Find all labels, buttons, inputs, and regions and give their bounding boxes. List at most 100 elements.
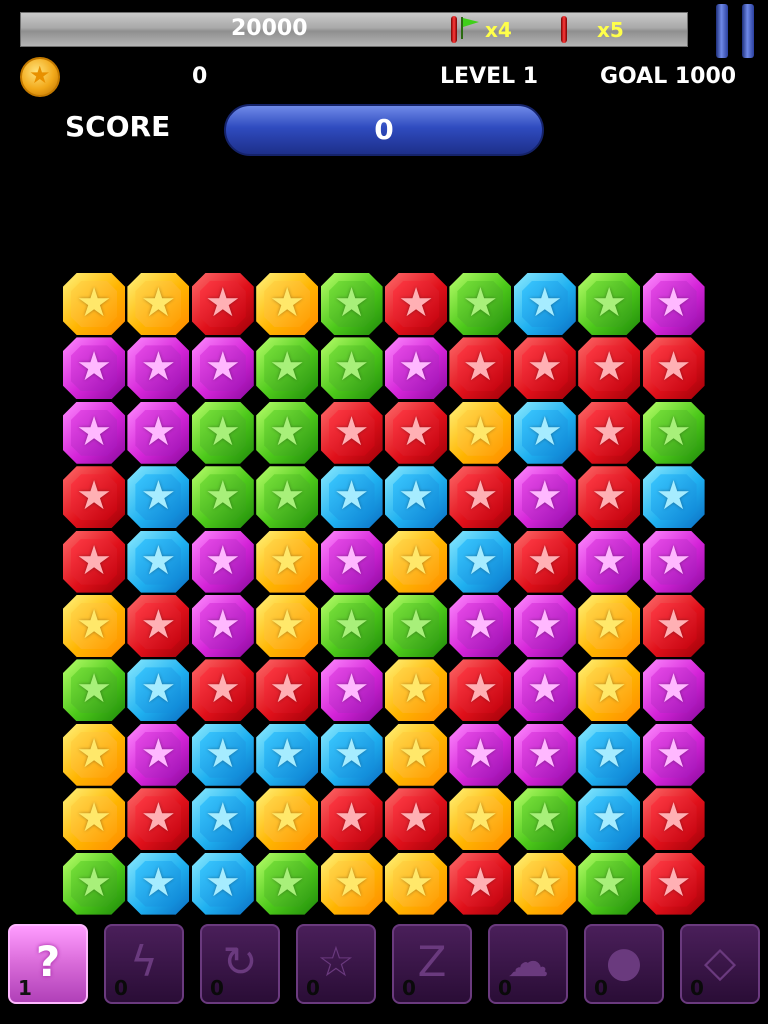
powerup-cloud-button[interactable]: ☁ 0 xyxy=(488,924,568,1004)
gem-green[interactable]: ★ xyxy=(63,852,125,915)
gem-purple[interactable]: ★ xyxy=(63,337,125,400)
gem-purple[interactable]: ★ xyxy=(642,273,705,335)
gem-red[interactable]: ★ xyxy=(449,466,512,529)
gem-yellow[interactable]: ★ xyxy=(127,273,190,335)
gem-yellow[interactable]: ★ xyxy=(256,273,319,335)
gem-blue[interactable]: ★ xyxy=(127,659,190,722)
gem-blue[interactable]: ★ xyxy=(256,723,319,786)
gem-red[interactable]: ★ xyxy=(642,852,705,915)
gem-purple[interactable]: ★ xyxy=(642,659,705,722)
gem-green[interactable]: ★ xyxy=(320,273,383,335)
gem-green[interactable]: ★ xyxy=(642,401,705,464)
gem-yellow[interactable]: ★ xyxy=(578,659,641,722)
gem-blue[interactable]: ★ xyxy=(127,530,190,593)
gem-purple[interactable]: ★ xyxy=(385,337,447,400)
gem-blue[interactable]: ★ xyxy=(385,466,447,529)
gem-green[interactable]: ★ xyxy=(320,337,383,400)
gem-purple[interactable]: ★ xyxy=(127,401,190,464)
gem-purple[interactable]: ★ xyxy=(449,595,512,657)
gem-green[interactable]: ★ xyxy=(578,273,641,335)
gem-blue[interactable]: ★ xyxy=(578,723,641,786)
gem-red[interactable]: ★ xyxy=(127,788,190,851)
powerup-lightning-button[interactable]: ϟ0 xyxy=(104,924,184,1004)
gem-yellow[interactable]: ★ xyxy=(449,788,512,851)
gem-green[interactable]: ★ xyxy=(578,852,641,915)
gem-blue[interactable]: ★ xyxy=(127,852,190,915)
gem-purple[interactable]: ★ xyxy=(642,530,705,593)
pause-button[interactable] xyxy=(714,4,756,58)
gem-yellow[interactable]: ★ xyxy=(578,595,641,657)
gem-yellow[interactable]: ★ xyxy=(63,723,125,786)
gem-yellow[interactable]: ★ xyxy=(385,723,447,786)
gem-blue[interactable]: ★ xyxy=(320,466,383,529)
gem-blue[interactable]: ★ xyxy=(191,788,254,851)
gem-purple[interactable]: ★ xyxy=(642,723,705,786)
gem-blue[interactable]: ★ xyxy=(320,723,383,786)
gem-yellow[interactable]: ★ xyxy=(256,788,319,851)
gem-purple[interactable]: ★ xyxy=(513,595,576,657)
gem-purple[interactable]: ★ xyxy=(513,723,576,786)
powerup-zigzag-button[interactable]: Z0 xyxy=(392,924,472,1004)
gem-green[interactable]: ★ xyxy=(256,337,319,400)
gem-blue[interactable]: ★ xyxy=(642,466,705,529)
gem-purple[interactable]: ★ xyxy=(320,659,383,722)
gem-red[interactable]: ★ xyxy=(320,401,383,464)
gem-red[interactable]: ★ xyxy=(127,595,190,657)
gem-purple[interactable]: ★ xyxy=(127,337,190,400)
gem-red[interactable]: ★ xyxy=(449,852,512,915)
powerup-refresh-button[interactable]: ↻ 0 xyxy=(200,924,280,1004)
gem-red[interactable]: ★ xyxy=(578,337,641,400)
gem-red[interactable]: ★ xyxy=(256,659,319,722)
gem-red[interactable]: ★ xyxy=(385,273,447,335)
gem-red[interactable]: ★ xyxy=(385,788,447,851)
gem-red[interactable]: ★ xyxy=(513,530,576,593)
gem-green[interactable]: ★ xyxy=(191,466,254,529)
gem-red[interactable]: ★ xyxy=(449,659,512,722)
gem-red[interactable]: ★ xyxy=(578,401,641,464)
gem-green[interactable]: ★ xyxy=(513,788,576,851)
gem-red[interactable]: ★ xyxy=(385,401,447,464)
gem-red[interactable]: ★ xyxy=(578,466,641,529)
gem-purple[interactable]: ★ xyxy=(513,659,576,722)
gem-red[interactable]: ★ xyxy=(63,530,125,593)
gem-blue[interactable]: ★ xyxy=(191,723,254,786)
gem-purple[interactable]: ★ xyxy=(127,723,190,786)
gem-red[interactable]: ★ xyxy=(513,337,576,400)
gem-purple[interactable]: ★ xyxy=(191,595,254,657)
gem-blue[interactable]: ★ xyxy=(449,530,512,593)
gem-purple[interactable]: ★ xyxy=(449,723,512,786)
gem-yellow[interactable]: ★ xyxy=(385,659,447,722)
gem-yellow[interactable]: ★ xyxy=(385,852,447,915)
gem-red[interactable]: ★ xyxy=(320,788,383,851)
gem-yellow[interactable]: ★ xyxy=(256,530,319,593)
gem-red[interactable]: ★ xyxy=(191,273,254,335)
gem-purple[interactable]: ★ xyxy=(191,337,254,400)
gem-red[interactable]: ★ xyxy=(642,788,705,851)
gem-blue[interactable]: ★ xyxy=(513,401,576,464)
powerup-bomb-button[interactable]: ● 0 xyxy=(584,924,664,1004)
gem-green[interactable]: ★ xyxy=(256,401,319,464)
gem-blue[interactable]: ★ xyxy=(127,466,190,529)
gem-red[interactable]: ★ xyxy=(449,337,512,400)
gem-purple[interactable]: ★ xyxy=(320,530,383,593)
gem-purple[interactable]: ★ xyxy=(63,401,125,464)
gem-yellow[interactable]: ★ xyxy=(63,788,125,851)
gem-green[interactable]: ★ xyxy=(256,852,319,915)
gem-blue[interactable]: ★ xyxy=(513,273,576,335)
gem-purple[interactable]: ★ xyxy=(191,530,254,593)
gem-green[interactable]: ★ xyxy=(256,466,319,529)
gem-yellow[interactable]: ★ xyxy=(320,852,383,915)
gem-yellow[interactable]: ★ xyxy=(449,401,512,464)
gem-yellow[interactable]: ★ xyxy=(385,530,447,593)
powerup-star-button[interactable]: ☆ 0 xyxy=(296,924,376,1004)
gem-red[interactable]: ★ xyxy=(642,595,705,657)
powerup-diamond-button[interactable]: ◇ 0 xyxy=(680,924,760,1004)
gem-green[interactable]: ★ xyxy=(63,659,125,722)
gem-green[interactable]: ★ xyxy=(449,273,512,335)
gem-red[interactable]: ★ xyxy=(191,659,254,722)
gem-blue[interactable]: ★ xyxy=(578,788,641,851)
gem-green[interactable]: ★ xyxy=(320,595,383,657)
gem-purple[interactable]: ★ xyxy=(578,530,641,593)
gem-blue[interactable]: ★ xyxy=(191,852,254,915)
gem-red[interactable]: ★ xyxy=(642,337,705,400)
